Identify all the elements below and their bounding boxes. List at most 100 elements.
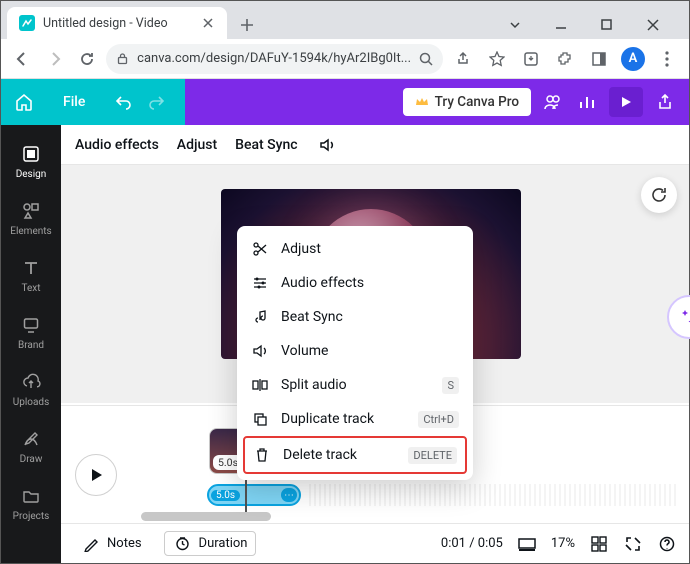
ctx-label: Beat Sync [281, 309, 343, 325]
window-controls [509, 19, 689, 39]
url-input[interactable]: canva.com/design/DAFuY-1594k/hyAr2IBg0It… [106, 44, 443, 74]
ctx-beat-sync[interactable]: Beat Sync [237, 300, 473, 334]
zoom-icon[interactable] [419, 52, 433, 66]
regenerate-button[interactable] [641, 177, 677, 213]
context-menu: Adjust Audio effects Beat Sync Volume Sp… [237, 226, 473, 480]
share-export-icon[interactable] [653, 93, 677, 111]
kebab-menu-icon[interactable] [653, 45, 681, 73]
chevron-down-icon[interactable] [509, 19, 537, 31]
notes-icon [81, 536, 101, 552]
browser-tab[interactable]: Untitled design - Video [7, 7, 227, 39]
left-sidebar: Design Elements Text Brand Uploads Draw … [1, 125, 61, 563]
new-tab-button[interactable] [233, 11, 261, 39]
redo-button[interactable] [147, 93, 171, 111]
zoom-level[interactable]: 17% [551, 536, 575, 551]
maximize-icon[interactable] [601, 19, 629, 31]
lock-icon [116, 52, 129, 65]
grid-view-icon[interactable] [589, 536, 609, 552]
brand-icon [20, 314, 42, 336]
sidebar-item-text[interactable]: Text [1, 247, 61, 304]
file-menu[interactable]: File [47, 79, 101, 125]
adjust-button[interactable]: Adjust [177, 137, 217, 153]
sidebar-item-elements[interactable]: Elements [1, 190, 61, 247]
time-display: 0:01 / 0:05 [441, 536, 503, 551]
ctx-duplicate[interactable]: Duplicate track Ctrl+D [237, 402, 473, 436]
sidebar-item-uploads[interactable]: Uploads [1, 361, 61, 418]
audio-duration-badge: 5.0s [211, 490, 240, 501]
tab-title: Untitled design - Video [43, 16, 168, 31]
timeline-scrollbar[interactable] [141, 512, 271, 521]
ctx-adjust[interactable]: Adjust [237, 232, 473, 266]
back-button[interactable] [9, 45, 35, 73]
sidebar-item-label: Uploads [13, 397, 49, 408]
minimize-icon[interactable] [555, 19, 583, 31]
ctx-label: Duplicate track [281, 411, 374, 427]
music-note-icon [251, 308, 269, 326]
browser-titlebar: Untitled design - Video [1, 1, 689, 39]
design-icon [20, 143, 42, 165]
sliders-icon [251, 274, 269, 292]
play-button[interactable] [75, 454, 117, 496]
ctx-label: Delete track [283, 447, 357, 463]
share-icon[interactable] [449, 45, 477, 73]
uploads-icon [20, 371, 42, 393]
notes-label: Notes [107, 536, 142, 551]
beat-sync-button[interactable]: Beat Sync [235, 137, 297, 153]
duration-button[interactable]: Duration [164, 531, 257, 556]
forward-button[interactable] [41, 45, 67, 73]
close-tab-icon[interactable] [201, 16, 215, 30]
view-mode-icon[interactable] [517, 536, 537, 552]
sidebar-item-label: Projects [13, 511, 50, 522]
present-button[interactable] [609, 87, 643, 117]
shortcut-label: Ctrl+D [418, 411, 459, 428]
audio-effects-button[interactable]: Audio effects [75, 137, 159, 153]
star-icon[interactable] [483, 45, 511, 73]
crown-icon [415, 95, 429, 109]
collaborators-icon[interactable] [541, 92, 565, 112]
scissors-icon [251, 240, 269, 258]
sidepanel-icon[interactable] [585, 45, 613, 73]
canva-favicon [19, 15, 35, 31]
home-button[interactable] [1, 79, 47, 125]
fullscreen-icon[interactable] [623, 536, 643, 552]
ctx-label: Adjust [281, 241, 321, 257]
ctx-label: Split audio [281, 377, 347, 393]
close-window-icon[interactable] [647, 19, 675, 31]
volume-icon [251, 342, 269, 360]
undo-button[interactable] [115, 93, 139, 111]
sidebar-item-draw[interactable]: Draw [1, 418, 61, 475]
reload-button[interactable] [74, 45, 100, 73]
audio-waveform-rest [309, 484, 677, 506]
sidebar-item-projects[interactable]: Projects [1, 475, 61, 532]
extensions-icon[interactable] [551, 45, 579, 73]
ctx-split-audio[interactable]: Split audio S [237, 368, 473, 402]
highlight-box: Delete track DELETE [243, 436, 467, 474]
duplicate-icon [251, 410, 269, 428]
audio-clip[interactable]: 5.0s ⋯ [207, 484, 301, 506]
install-icon[interactable] [517, 45, 545, 73]
sidebar-item-design[interactable]: Design [1, 133, 61, 190]
split-icon [251, 376, 269, 394]
try-pro-label: Try Canva Pro [435, 94, 519, 110]
notes-button[interactable]: Notes [73, 532, 150, 556]
magic-button[interactable] [667, 295, 690, 339]
sidebar-item-label: Elements [10, 226, 51, 237]
sidebar-item-label: Draw [20, 454, 43, 465]
projects-icon [20, 485, 42, 507]
try-pro-button[interactable]: Try Canva Pro [403, 88, 531, 116]
audio-clip-menu-icon[interactable]: ⋯ [281, 488, 297, 502]
help-icon[interactable] [657, 536, 677, 552]
sidebar-item-label: Text [21, 283, 40, 294]
volume-icon[interactable] [316, 136, 338, 154]
app-top-bar: File Try Canva Pro [1, 79, 689, 125]
shortcut-label: S [442, 377, 459, 394]
ctx-delete-track[interactable]: Delete track DELETE [245, 438, 465, 472]
clock-icon [173, 536, 193, 551]
profile-avatar[interactable]: A [619, 45, 647, 73]
shortcut-label: DELETE [408, 447, 457, 464]
ctx-volume[interactable]: Volume [237, 334, 473, 368]
analytics-icon[interactable] [575, 93, 599, 111]
browser-address-bar: canva.com/design/DAFuY-1594k/hyAr2IBg0It… [1, 39, 689, 79]
sidebar-item-brand[interactable]: Brand [1, 304, 61, 361]
ctx-audio-effects[interactable]: Audio effects [237, 266, 473, 300]
